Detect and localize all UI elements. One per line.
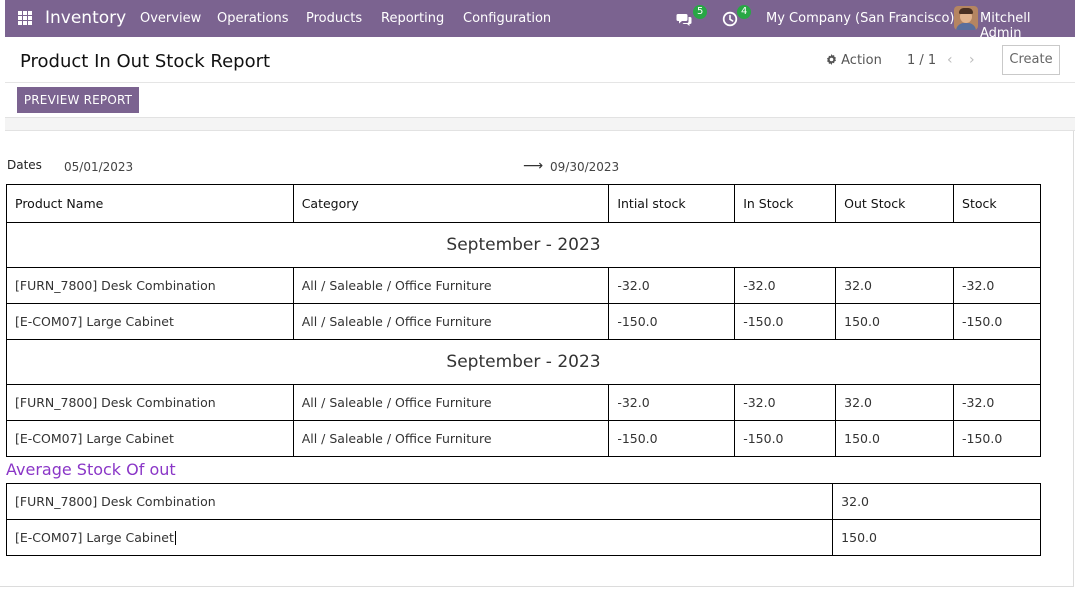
cell-product: [E-COM07] Large Cabinet	[6, 420, 294, 457]
cell-product: [FURN_7800] Desk Combination	[5, 483, 834, 520]
cell-initial-stock: -150.0	[608, 420, 736, 457]
cell-in-stock: -150.0	[734, 420, 837, 457]
cell-category: All / Saleable / Office Furniture	[292, 267, 610, 304]
column-header: Stock	[953, 184, 1041, 223]
cell-category: All / Saleable / Office Furniture	[292, 420, 610, 457]
page-title: Product In Out Stock Report	[20, 51, 271, 72]
date-to-field[interactable]: 09/30/2023	[550, 160, 619, 174]
cell-product-text: [E-COM07] Large Cabinet	[15, 529, 174, 545]
cell-out-stock: 32.0	[835, 267, 955, 304]
action-label: Action	[841, 53, 882, 68]
menu-reporting[interactable]: Reporting	[381, 11, 444, 26]
divider-band	[5, 117, 1075, 131]
cell-out-stock: 32.0	[835, 384, 955, 421]
company-switcher[interactable]: My Company (San Francisco)	[766, 11, 954, 26]
cell-initial-stock: -32.0	[608, 267, 736, 304]
column-header: Category	[292, 184, 610, 223]
gear-icon	[827, 54, 836, 65]
apps-menu-icon[interactable]	[18, 11, 33, 26]
cell-initial-stock: -150.0	[608, 303, 736, 340]
stock-report-table: Product Name Category Intial stock In St…	[6, 184, 1041, 457]
column-header: Product Name	[6, 184, 294, 223]
average-stock-table: [FURN_7800] Desk Combination 32.0 [E-COM…	[5, 483, 1041, 556]
month-label: September - 2023	[6, 339, 1041, 385]
messages-icon[interactable]	[676, 11, 692, 27]
table-row: [E-COM07] Large Cabinet All / Saleable /…	[6, 303, 1041, 340]
cell-stock: -150.0	[953, 420, 1041, 457]
cell-in-stock: -32.0	[734, 384, 837, 421]
column-header: In Stock	[734, 184, 837, 223]
menu-products[interactable]: Products	[306, 11, 362, 26]
cell-average-out: 32.0	[832, 483, 1041, 520]
average-section-title: Average Stock Of out	[6, 460, 176, 479]
menu-configuration[interactable]: Configuration	[463, 11, 551, 26]
table-row: [FURN_7800] Desk Combination All / Salea…	[6, 384, 1041, 421]
cell-in-stock: -150.0	[734, 303, 837, 340]
cell-stock: -32.0	[953, 384, 1041, 421]
cell-out-stock: 150.0	[835, 303, 955, 340]
table-header-row: Product Name Category Intial stock In St…	[6, 184, 1041, 223]
cell-category: All / Saleable / Office Furniture	[292, 384, 610, 421]
month-group-row: September - 2023	[6, 222, 1041, 268]
date-from-field[interactable]: 05/01/2023	[64, 160, 133, 174]
cell-in-stock: -32.0	[734, 267, 837, 304]
cell-average-out: 150.0	[832, 519, 1041, 556]
cell-product: [FURN_7800] Desk Combination	[6, 384, 294, 421]
activities-clock-icon[interactable]	[722, 11, 738, 27]
cell-product: [E-COM07] Large Cabinet	[6, 303, 294, 340]
cell-category: All / Saleable / Office Furniture	[292, 303, 610, 340]
cell-product: [FURN_7800] Desk Combination	[6, 267, 294, 304]
month-group-row: September - 2023	[6, 339, 1041, 385]
text-cursor	[174, 531, 176, 546]
menu-operations[interactable]: Operations	[217, 11, 288, 26]
table-row: [E-COM07] Large Cabinet 150.0	[5, 519, 1041, 556]
user-avatar[interactable]	[954, 6, 978, 30]
arrow-right-icon: ⟶	[523, 158, 544, 174]
table-row: [FURN_7800] Desk Combination All / Salea…	[6, 267, 1041, 304]
pager-previous-icon[interactable]: ‹	[947, 52, 953, 68]
menu-overview[interactable]: Overview	[140, 11, 201, 26]
table-row: [FURN_7800] Desk Combination 32.0	[5, 483, 1041, 520]
action-menu-button[interactable]: Action	[826, 53, 882, 68]
table-row: [E-COM07] Large Cabinet All / Saleable /…	[6, 420, 1041, 457]
divider	[5, 82, 1075, 83]
column-header: Out Stock	[835, 184, 955, 223]
activities-count-badge: 4	[737, 5, 752, 19]
cell-out-stock: 150.0	[835, 420, 955, 457]
create-button[interactable]: Create	[1002, 45, 1060, 75]
user-menu[interactable]: Mitchell Admin	[980, 11, 1075, 41]
pager-next-icon[interactable]: ›	[969, 52, 975, 68]
preview-report-button[interactable]: PREVIEW REPORT	[17, 87, 139, 113]
top-navbar: Inventory Overview Operations Products R…	[5, 0, 1075, 41]
app-brand[interactable]: Inventory	[45, 8, 126, 28]
cell-stock: -32.0	[953, 267, 1041, 304]
cell-product[interactable]: [E-COM07] Large Cabinet	[5, 519, 834, 556]
cell-stock: -150.0	[953, 303, 1041, 340]
cell-initial-stock: -32.0	[608, 384, 736, 421]
pager-value[interactable]: 1 / 1	[907, 53, 936, 68]
month-label: September - 2023	[6, 222, 1041, 268]
dates-label: Dates	[7, 158, 42, 172]
column-header: Intial stock	[608, 184, 736, 223]
messages-count-badge: 5	[693, 5, 708, 19]
